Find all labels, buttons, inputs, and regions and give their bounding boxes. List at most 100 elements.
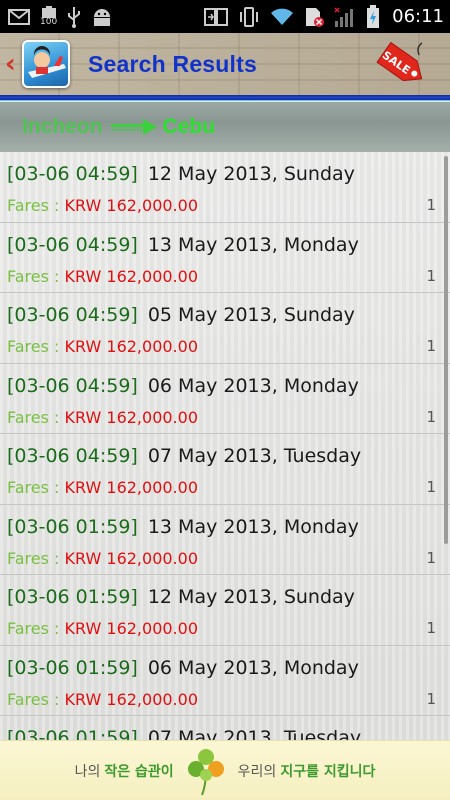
usb-icon xyxy=(67,6,81,28)
back-arrow-icon[interactable]: ‹ xyxy=(5,51,19,77)
wifi-icon xyxy=(270,6,294,28)
result-row[interactable]: [03-06 04:59] 07 May 2013, Tuesday Fares :… xyxy=(0,434,450,505)
ad-text-4: 지구를 지킵니다 xyxy=(280,763,376,780)
result-row[interactable]: [03-06 01:59] 13 May 2013, Monday Fares : … xyxy=(0,505,450,575)
search-timestamp: [03-06 04:59] xyxy=(7,374,138,397)
search-timestamp: [03-06 04:59] xyxy=(7,445,138,467)
fare-value: KRW 162,000.00 xyxy=(64,266,198,286)
result-count: 1 xyxy=(426,548,436,567)
search-timestamp: [03-06 04:59] xyxy=(7,304,138,326)
fare-line: Fares : KRW 162,000.00 xyxy=(7,196,198,215)
sim-blocked-icon xyxy=(304,6,325,28)
flight-date: 12 May 2013, Sunday xyxy=(147,163,355,185)
results-list[interactable]: [03-06 04:59] 12 May 2013, Sunday Fares : … xyxy=(0,152,450,740)
route-origin: Incheon xyxy=(22,115,103,138)
fare-label: Fares : xyxy=(7,478,65,497)
result-count: 1 xyxy=(426,266,436,285)
header-divider xyxy=(0,95,450,101)
flight-date: 13 May 2013, Monday xyxy=(147,515,359,538)
fare-line: Fares : KRW 162,000.00 xyxy=(7,619,198,638)
fare-label: Fares : xyxy=(7,337,65,356)
vibrate-icon xyxy=(238,6,260,28)
flight-date: 07 May 2013, Tuesday xyxy=(147,727,362,740)
fare-label: Fares : xyxy=(7,266,65,286)
gmail-icon xyxy=(8,6,30,28)
result-row[interactable]: [03-06 04:59] 05 May 2013, Sunday Fares : … xyxy=(0,293,450,364)
fare-label: Fares : xyxy=(7,619,65,638)
fare-value: KRW 162,000.00 xyxy=(64,407,198,427)
fare-line: Fares : KRW 162,000.00 xyxy=(7,478,198,497)
flight-date: 13 May 2013, Monday xyxy=(147,233,359,256)
fare-value: KRW 162,000.00 xyxy=(64,689,198,709)
search-timestamp: [03-06 01:59] xyxy=(7,515,138,538)
ad-banner[interactable]: 나의 작은 습관이 우리의 지구를 지킵니다 xyxy=(0,740,450,800)
result-row[interactable]: [03-06 04:59] 13 May 2013, Monday Fares : … xyxy=(0,223,450,293)
result-header: [03-06 04:59] 12 May 2013, Sunday xyxy=(7,163,355,185)
result-count: 1 xyxy=(426,478,436,496)
route-banner: Incheon Cebu xyxy=(0,102,450,152)
fare-line: Fares : KRW 162,000.00 xyxy=(7,690,198,709)
app-header: ‹ Search Results SALE xyxy=(0,33,450,95)
result-header: [03-06 04:59] 07 May 2013, Tuesday xyxy=(7,445,361,467)
status-time: 06:11 xyxy=(392,6,444,27)
android-debug-icon xyxy=(91,6,113,28)
fare-label: Fares : xyxy=(7,689,65,709)
search-timestamp: [03-06 04:59] xyxy=(7,233,138,256)
fare-value: KRW 162,000.00 xyxy=(64,337,198,356)
sale-tag-button[interactable]: SALE xyxy=(372,37,432,93)
result-row[interactable]: [03-06 04:59] 12 May 2013, Sunday Fares : … xyxy=(0,152,450,223)
result-row[interactable]: [03-06 01:59] 12 May 2013, Sunday Fares : … xyxy=(0,575,450,646)
screen-mirror-icon xyxy=(204,6,229,28)
battery-charging-icon xyxy=(366,4,380,28)
list-scrollbar[interactable] xyxy=(444,156,448,544)
fare-value: KRW 162,000.00 xyxy=(64,478,198,497)
result-row[interactable]: [03-06 01:59] 06 May 2013, Monday Fares : … xyxy=(0,646,450,716)
battery-level-text: 100 xyxy=(40,17,58,27)
ad-text-1: 나의 xyxy=(74,763,101,780)
signal-icon xyxy=(334,6,356,28)
battery-saver-icon: 100 xyxy=(40,6,57,28)
result-count: 1 xyxy=(426,407,436,426)
status-bar: 100 06:11 xyxy=(0,0,450,33)
flight-date: 12 May 2013, Sunday xyxy=(147,586,355,608)
fare-label: Fares : xyxy=(7,407,65,427)
route-destination: Cebu xyxy=(162,115,216,138)
search-timestamp: [03-06 01:59] xyxy=(7,586,138,608)
result-header: [03-06 01:59] 06 May 2013, Monday xyxy=(7,657,359,679)
flight-date: 05 May 2013, Sunday xyxy=(147,304,355,326)
fare-line: Fares : KRW 162,000.00 xyxy=(7,549,198,568)
fare-label: Fares : xyxy=(7,196,65,215)
app-logo[interactable] xyxy=(22,40,70,88)
result-header: [03-06 01:59] 07 May 2013, Tuesday xyxy=(7,727,361,740)
clover-icon xyxy=(184,745,228,797)
result-header: [03-06 04:59] 06 May 2013, Monday xyxy=(7,375,359,397)
ad-text-3: 우리의 xyxy=(237,763,277,780)
search-timestamp: [03-06 01:59] xyxy=(7,727,138,740)
search-timestamp: [03-06 04:59] xyxy=(7,163,138,185)
result-header: [03-06 01:59] 13 May 2013, Monday xyxy=(7,516,359,538)
fare-line: Fares : KRW 162,000.00 xyxy=(7,267,198,286)
arrow-right-icon xyxy=(110,119,157,135)
result-header: [03-06 04:59] 13 May 2013, Monday xyxy=(7,234,359,256)
result-count: 1 xyxy=(426,689,436,708)
fare-value: KRW 162,000.00 xyxy=(64,619,198,638)
result-count: 1 xyxy=(426,337,436,355)
flight-date: 07 May 2013, Tuesday xyxy=(147,445,362,467)
fare-label: Fares : xyxy=(7,548,65,568)
result-header: [03-06 01:59] 12 May 2013, Sunday xyxy=(7,586,355,608)
result-count: 1 xyxy=(426,196,436,214)
result-row[interactable]: [03-06 04:59] 06 May 2013, Monday Fares : … xyxy=(0,364,450,434)
fare-line: Fares : KRW 162,000.00 xyxy=(7,408,198,427)
page-title: Search Results xyxy=(88,51,257,77)
search-timestamp: [03-06 01:59] xyxy=(7,656,138,679)
result-header: [03-06 04:59] 05 May 2013, Sunday xyxy=(7,304,355,326)
ad-text-2: 작은 습관이 xyxy=(104,763,174,780)
fare-line: Fares : KRW 162,000.00 xyxy=(7,337,198,356)
boy-on-airplane-icon xyxy=(28,46,66,78)
result-row[interactable]: [03-06 01:59]07 May 2013, TuesdayFares :… xyxy=(0,716,450,740)
flight-date: 06 May 2013, Monday xyxy=(147,374,359,397)
fare-value: KRW 162,000.00 xyxy=(64,196,198,215)
result-count: 1 xyxy=(426,619,436,637)
flight-date: 06 May 2013, Monday xyxy=(147,656,359,679)
fare-value: KRW 162,000.00 xyxy=(64,548,198,568)
